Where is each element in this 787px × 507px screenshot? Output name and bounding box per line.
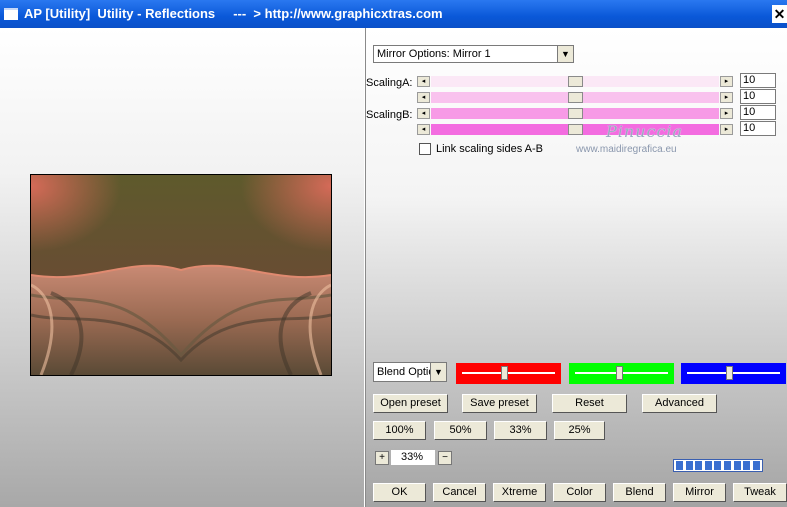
action-tweak-button[interactable]: Tweak [733,483,787,502]
blend-options-dropdown[interactable]: Blend Optio ▼ [373,362,447,382]
title-bar[interactable]: AP [Utility] Utility - Reflections --- >… [0,0,787,28]
scaling-slider-3[interactable]: ◂ ▸ [417,108,733,119]
link-scaling-checkbox[interactable] [419,143,431,155]
arrow-right-icon[interactable]: ▸ [720,76,733,87]
action-cancel-button[interactable]: Cancel [433,483,486,502]
chevron-down-icon[interactable]: ▼ [557,46,573,62]
progress-segment [743,461,751,470]
action-mirror-button[interactable]: Mirror [673,483,726,502]
preset-reset-button[interactable]: Reset [552,394,627,413]
scaling-value-field-1[interactable]: 10 [740,73,776,88]
scaling-value-field-2[interactable]: 10 [740,89,776,104]
zoom-100-button[interactable]: 100% [373,421,426,440]
slider-track[interactable] [687,372,780,374]
progress-segment [724,461,731,470]
link-scaling-label: Link scaling sides A-B [436,143,543,155]
progress-segment [695,461,703,470]
arrow-left-icon[interactable]: ◂ [417,108,430,119]
action-blend-button[interactable]: Blend [613,483,666,502]
blue-channel-slider[interactable] [681,363,786,384]
action-color-button[interactable]: Color [553,483,606,502]
slider-track[interactable] [462,372,555,374]
zoom-level-field[interactable]: 33% [391,450,435,465]
zoom-out-button[interactable]: − [438,451,452,465]
controls-pane: Mirror Options: Mirror 1 ▼ ScalingA: Sca… [366,28,787,507]
preview-pane [0,28,364,507]
reflection-preview-graphic [31,175,331,375]
slider-thumb[interactable] [568,108,583,119]
watermark-site: www.maidiregrafica.eu [576,144,677,155]
slider-thumb[interactable] [568,76,583,87]
arrow-right-icon[interactable]: ▸ [720,92,733,103]
slider-thumb[interactable] [616,366,623,380]
scaling-b-label: ScalingB: [366,109,413,121]
zoom-33-button[interactable]: 33% [494,421,547,440]
slider-thumb[interactable] [726,366,733,380]
zoom-in-button[interactable]: + [375,451,389,465]
zoom-25-button[interactable]: 25% [554,421,605,440]
scaling-slider-4[interactable]: ◂ ▸ [417,124,733,135]
preset-save-preset-button[interactable]: Save preset [462,394,537,413]
chevron-down-icon[interactable]: ▼ [430,363,446,381]
action-ok-button[interactable]: OK [373,483,426,502]
scaling-slider-1[interactable]: ◂ ▸ [417,76,733,87]
action-xtreme-button[interactable]: Xtreme [493,483,546,502]
arrow-right-icon[interactable]: ▸ [720,108,733,119]
progress-segment [704,461,712,470]
progress-segment [685,461,693,470]
progress-segment [714,461,722,470]
progress-indicator [673,459,763,472]
scaling-a-label: ScalingA: [366,77,413,89]
red-channel-slider[interactable] [456,363,561,384]
preview-image [30,174,332,376]
arrow-right-icon[interactable]: ▸ [720,124,733,135]
preset-open-preset-button[interactable]: Open preset [373,394,448,413]
green-channel-slider[interactable] [569,363,674,384]
slider-thumb[interactable] [568,124,583,135]
scaling-value-field-3[interactable]: 10 [740,105,776,120]
scaling-value-field-4[interactable]: 10 [740,121,776,136]
arrow-left-icon[interactable]: ◂ [417,124,430,135]
window-icon [4,8,18,20]
arrow-left-icon[interactable]: ◂ [417,76,430,87]
blend-options-value: Blend Optio [377,366,435,378]
close-button[interactable]: ✕ [772,5,787,23]
mirror-options-dropdown[interactable]: Mirror Options: Mirror 1 ▼ [373,45,574,63]
zoom-50-button[interactable]: 50% [434,421,487,440]
progress-segment [752,461,760,470]
progress-segment [733,461,741,470]
arrow-left-icon[interactable]: ◂ [417,92,430,103]
slider-thumb[interactable] [568,92,583,103]
slider-thumb[interactable] [501,366,508,380]
watermark-name: Pinuccia [606,122,684,141]
mirror-options-value: Mirror Options: Mirror 1 [377,48,491,60]
preset-advanced-button[interactable]: Advanced [642,394,717,413]
progress-segment [676,461,683,470]
window-title: AP [Utility] Utility - Reflections --- >… [24,6,443,21]
scaling-slider-2[interactable]: ◂ ▸ [417,92,733,103]
